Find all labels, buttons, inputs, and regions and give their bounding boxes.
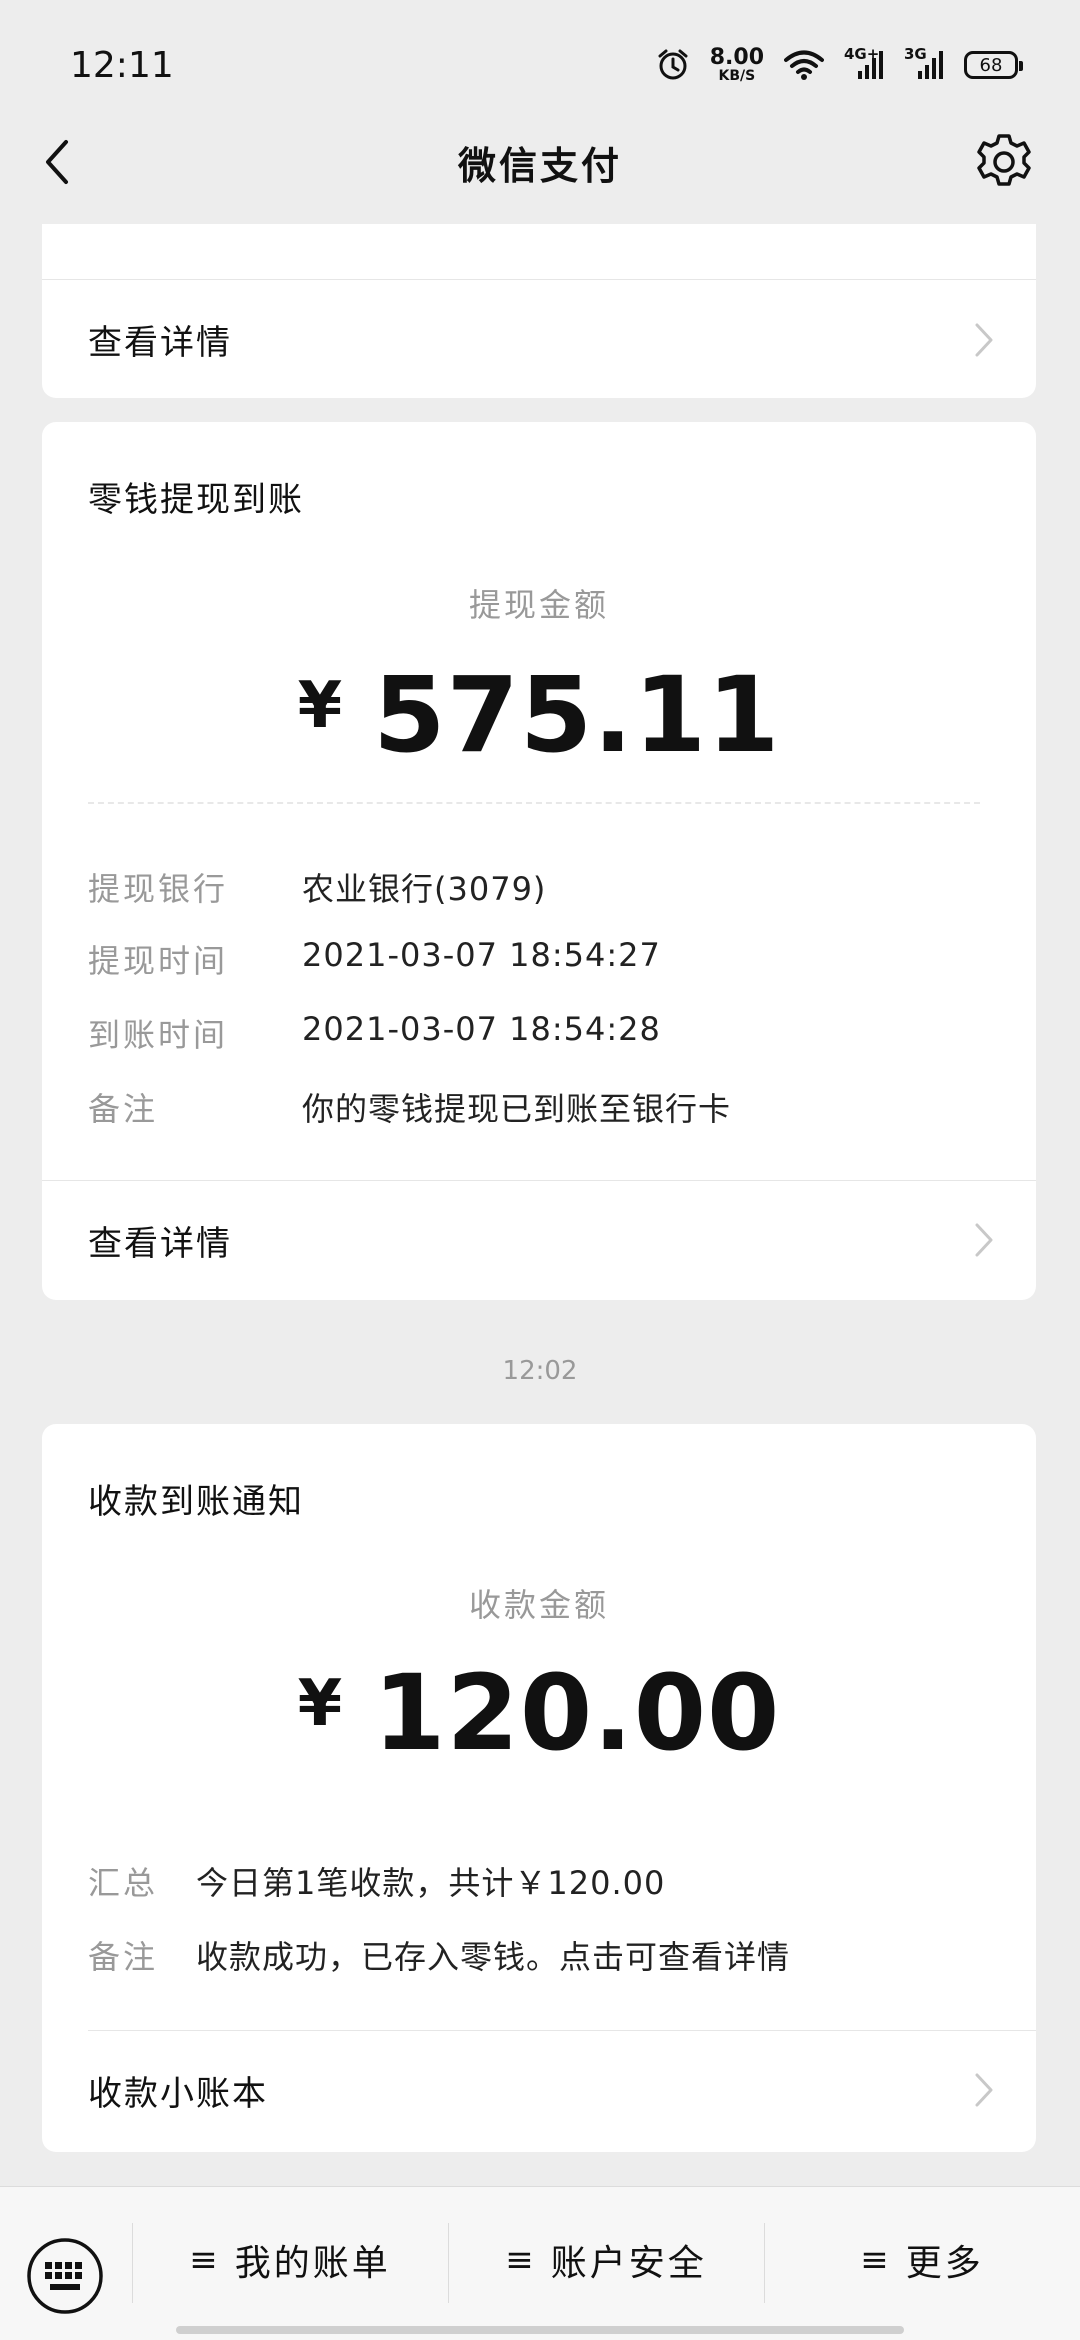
detail-key: 提现时间 — [88, 942, 229, 980]
net-speed: 8.00 KB/S — [709, 45, 764, 84]
currency-symbol: ¥ — [297, 1667, 344, 1741]
header: 微信支付 — [0, 118, 1080, 206]
previous-card: 查看详情 — [42, 224, 1036, 398]
chevron-right-icon — [975, 323, 993, 357]
menu-list-icon: ≡ — [505, 2240, 537, 2280]
withdraw-amount: ¥575.11 — [42, 654, 1036, 776]
withdraw-card[interactable]: 零钱提现到账 提现金额 ¥575.11 提现银行 农业银行(3079) 提现时间… — [42, 422, 1036, 1300]
net-speed-value: 8.00 — [709, 45, 764, 70]
status-time: 12:11 — [70, 44, 174, 86]
receipt-amount-label: 收款金额 — [468, 1586, 609, 1624]
alarm-icon — [656, 48, 690, 82]
keyboard-icon — [27, 2238, 103, 2314]
detail-key: 汇总 — [88, 1864, 159, 1902]
detail-key: 提现银行 — [88, 870, 229, 908]
signal-3g-icon: 3G — [904, 45, 944, 81]
bottom-menu-bar: ≡ 我的账单 ≡ 账户安全 ≡ 更多 — [0, 2186, 1080, 2340]
settings-button[interactable] — [972, 130, 1036, 194]
detail-key: 备注 — [88, 1938, 159, 1976]
receipt-amount-value: 120.00 — [373, 1652, 781, 1774]
dashed-divider — [88, 802, 980, 804]
detail-value: 今日第1笔收款，共计￥120.00 — [196, 1864, 666, 1902]
menu-label: 账户安全 — [550, 2243, 707, 2284]
menu-account-security[interactable]: ≡ 账户安全 — [448, 2215, 764, 2305]
detail-row: 备注 你的零钱提现已到账至银行卡 — [88, 1084, 731, 1130]
withdraw-amount-label: 提现金额 — [468, 586, 609, 624]
withdraw-card-title: 零钱提现到账 — [88, 480, 304, 520]
menu-list-icon: ≡ — [860, 2240, 892, 2280]
detail-value: 2021-03-07 18:54:28 — [302, 1010, 661, 1048]
detail-value: 收款成功，已存入零钱。点击可查看详情 — [196, 1938, 791, 1976]
battery-icon: 68 — [964, 51, 1023, 79]
detail-value: 农业银行(3079) — [302, 870, 547, 908]
status-icons: 8.00 KB/S 4G+ 3G 68 — [656, 45, 1023, 84]
detail-row: 备注 收款成功，已存入零钱。点击可查看详情 — [88, 1932, 790, 1978]
view-details-label: 查看详情 — [88, 322, 232, 363]
menu-label: 更多 — [905, 2243, 984, 2284]
detail-row: 提现时间 2021-03-07 18:54:27 — [88, 936, 661, 982]
view-details-link[interactable]: 查看详情 — [42, 1180, 1036, 1300]
page-title: 微信支付 — [457, 143, 622, 188]
menu-label: 我的账单 — [234, 2243, 391, 2284]
signal-3g-label: 3G — [904, 45, 927, 63]
detail-value: 2021-03-07 18:54:27 — [302, 936, 661, 974]
status-bar: 12:11 8.00 KB/S 4G+ 3G 68 — [0, 0, 1080, 130]
signal-4g-icon: 4G+ — [844, 45, 884, 81]
gear-icon — [977, 134, 1031, 186]
currency-symbol: ¥ — [297, 669, 344, 743]
withdraw-amount-value: 575.11 — [373, 654, 781, 776]
detail-row: 汇总 今日第1笔收款，共计￥120.00 — [88, 1858, 665, 1904]
receipt-amount: ¥120.00 — [42, 1652, 1036, 1774]
receipt-ledger-label: 收款小账本 — [88, 2073, 268, 2114]
chevron-right-icon — [975, 1223, 993, 1257]
detail-key: 备注 — [88, 1090, 159, 1128]
chevron-left-icon — [46, 140, 68, 184]
back-button[interactable] — [36, 138, 84, 186]
detail-row: 到账时间 2021-03-07 18:54:28 — [88, 1010, 661, 1056]
view-details-link-top[interactable]: 查看详情 — [42, 280, 1036, 398]
message-timestamp: 12:02 — [502, 1356, 578, 1386]
detail-row: 提现银行 农业银行(3079) — [88, 864, 546, 910]
menu-list-icon: ≡ — [189, 2240, 221, 2280]
receipt-card-title: 收款到账通知 — [88, 1482, 304, 1522]
chevron-right-icon — [975, 2073, 993, 2107]
view-details-label: 查看详情 — [88, 1223, 232, 1264]
net-speed-unit: KB/S — [718, 68, 756, 84]
signal-4g-label: 4G+ — [844, 45, 880, 63]
receipt-ledger-link[interactable]: 收款小账本 — [42, 2030, 1036, 2150]
gesture-bar[interactable] — [176, 2326, 904, 2334]
receipt-card[interactable]: 收款到账通知 收款金额 ¥120.00 汇总 今日第1笔收款，共计￥120.00… — [42, 1424, 1036, 2152]
menu-more[interactable]: ≡ 更多 — [764, 2215, 1080, 2305]
keyboard-toggle-button[interactable] — [26, 2237, 104, 2315]
detail-key: 到账时间 — [88, 1016, 229, 1054]
wifi-icon — [784, 49, 824, 81]
detail-value: 你的零钱提现已到账至银行卡 — [302, 1090, 732, 1128]
menu-my-bills[interactable]: ≡ 我的账单 — [132, 2215, 448, 2305]
